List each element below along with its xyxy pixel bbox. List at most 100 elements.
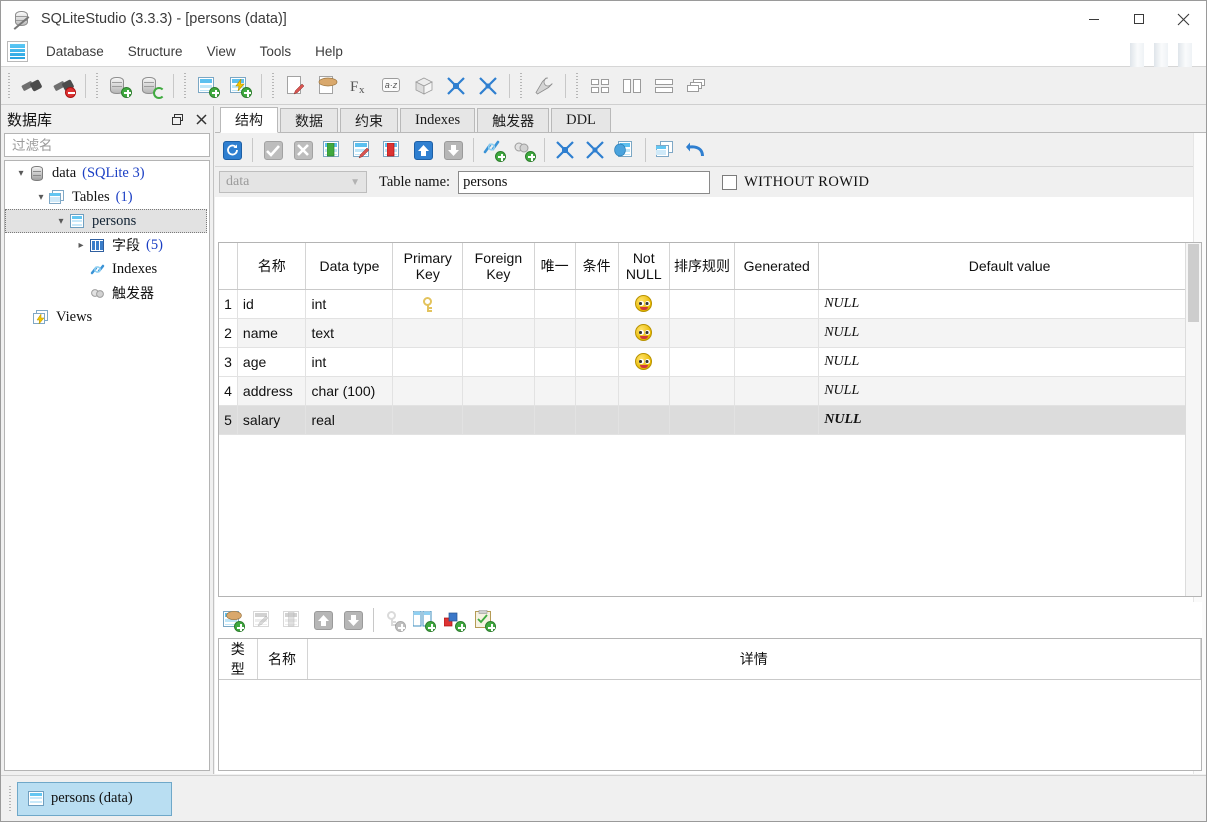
cell-primary-key[interactable] (392, 289, 464, 319)
cell-collate[interactable] (669, 376, 736, 406)
header-constraint-type[interactable]: 类型 (219, 639, 258, 680)
cell-foreign-key[interactable] (462, 347, 535, 377)
menu-structure[interactable]: Structure (116, 41, 195, 62)
add-check-constraint-button[interactable] (469, 606, 499, 634)
without-rowid-checkbox[interactable]: WITHOUT ROWID (722, 174, 869, 191)
cell-unique[interactable] (534, 347, 576, 377)
toolbar-grip[interactable] (270, 72, 277, 99)
cell-primary-key[interactable] (392, 347, 464, 377)
cell-default-value[interactable]: NULL (818, 347, 1201, 377)
tree-node-views[interactable]: Views (5, 305, 209, 329)
toolbar-grip[interactable] (518, 72, 525, 99)
move-column-up-button[interactable] (408, 136, 438, 164)
cell-primary-key[interactable] (392, 318, 464, 348)
table-row[interactable]: 1 id int NULL (219, 289, 1201, 319)
disconnect-database-button[interactable] (48, 71, 80, 101)
table-row[interactable]: 3 age int NULL (219, 347, 1201, 377)
cell-name[interactable]: salary (237, 405, 307, 435)
cell-datatype[interactable]: char (100) (305, 376, 394, 406)
header-datatype[interactable]: Data type (305, 243, 394, 290)
close-panel-icon[interactable] (189, 109, 213, 131)
collapse-all-columns-button[interactable] (550, 136, 580, 164)
filter-input-wrapper[interactable] (4, 133, 210, 157)
header-constraint-details[interactable]: 详情 (307, 639, 1201, 680)
cell-not-null[interactable] (618, 289, 670, 319)
cell-default-value[interactable]: NULL (818, 405, 1201, 435)
create-trigger-button[interactable] (509, 136, 539, 164)
cell-foreign-key[interactable] (462, 318, 535, 348)
add-constraint-button[interactable] (218, 606, 248, 634)
cell-default-value[interactable]: NULL (818, 289, 1201, 319)
add-database-button[interactable] (104, 71, 136, 101)
cell-datatype[interactable]: real (305, 405, 394, 435)
cell-not-null[interactable] (618, 376, 670, 406)
cell-collate[interactable] (669, 405, 736, 435)
tile-windows-horizontal-button[interactable] (648, 71, 680, 101)
edit-constraint-button[interactable] (248, 606, 278, 634)
cell-check[interactable] (575, 376, 619, 406)
table-row[interactable]: 5 salary real NULL (219, 405, 1201, 435)
table-row[interactable]: 2 name text NULL (219, 318, 1201, 348)
menu-view[interactable]: View (195, 41, 248, 62)
delete-column-button[interactable] (378, 136, 408, 164)
function-editor-button[interactable]: Fx (344, 71, 376, 101)
configuration-button[interactable] (528, 71, 560, 101)
toolbar-grip[interactable] (94, 72, 101, 99)
header-constraint-name[interactable]: 名称 (257, 639, 308, 680)
cell-datatype[interactable]: text (305, 318, 394, 348)
menu-help[interactable]: Help (303, 41, 355, 62)
chevron-right-icon[interactable]: ▸ (73, 240, 89, 251)
menu-database[interactable]: Database (34, 41, 116, 62)
tab-indexes[interactable]: Indexes (400, 108, 476, 132)
filter-input[interactable] (10, 136, 204, 154)
add-primary-key-button[interactable] (379, 606, 409, 634)
tile-windows-grid-button[interactable] (584, 71, 616, 101)
cell-primary-key[interactable] (392, 376, 464, 406)
menu-tools[interactable]: Tools (248, 41, 304, 62)
header-not-null[interactable]: Not NULL (618, 243, 670, 290)
cell-primary-key[interactable] (392, 405, 464, 435)
tab-data[interactable]: 数据 (280, 108, 338, 132)
create-table-button[interactable] (192, 71, 224, 101)
chevron-down-icon[interactable]: ▾ (13, 168, 29, 179)
move-constraint-down-button[interactable] (338, 606, 368, 634)
table-row[interactable]: 4 address char (100) NULL (219, 376, 1201, 406)
edit-column-button[interactable] (348, 136, 378, 164)
cell-generated[interactable] (734, 347, 820, 377)
expand-all-button[interactable] (472, 71, 504, 101)
tree-node-triggers[interactable]: 触发器 (5, 281, 209, 305)
add-foreign-key-button[interactable] (409, 606, 439, 634)
cell-unique[interactable] (534, 376, 576, 406)
header-rownum[interactable] (219, 243, 238, 290)
header-primary-key[interactable]: Primary Key (392, 243, 464, 290)
cascade-windows-button[interactable] (680, 71, 712, 101)
cell-collate[interactable] (669, 318, 736, 348)
columns-grid[interactable]: 名称 Data type Primary Key Foreign Key 唯一 … (218, 242, 1202, 597)
populate-table-button[interactable] (651, 136, 681, 164)
tile-windows-vertical-button[interactable] (616, 71, 648, 101)
cell-collate[interactable] (669, 289, 736, 319)
tree-node-indexes[interactable]: Indexes (5, 257, 209, 281)
taskbar-grip[interactable] (7, 785, 14, 812)
cell-foreign-key[interactable] (462, 289, 535, 319)
import-button[interactable] (312, 71, 344, 101)
tab-structure[interactable]: 结构 (220, 107, 278, 133)
columns-grid-scrollbar[interactable] (1185, 243, 1201, 596)
cell-unique[interactable] (534, 405, 576, 435)
checkbox-box[interactable] (722, 174, 738, 190)
cell-name[interactable]: address (237, 376, 307, 406)
tree-node-database[interactable]: ▾ data (SQLite 3) (5, 161, 209, 185)
cell-generated[interactable] (734, 289, 820, 319)
cell-check[interactable] (575, 318, 619, 348)
collation-editor-button[interactable]: a·z (376, 71, 408, 101)
extensions-button[interactable] (408, 71, 440, 101)
header-collate[interactable]: 排序规则 (669, 243, 736, 290)
move-constraint-up-button[interactable] (308, 606, 338, 634)
collapse-all-button[interactable] (440, 71, 472, 101)
header-default-value[interactable]: Default value (818, 243, 1201, 290)
rollback-structure-button[interactable] (288, 136, 318, 164)
toolbar-grip[interactable] (574, 72, 581, 99)
cell-check[interactable] (575, 289, 619, 319)
add-column-button[interactable] (318, 136, 348, 164)
cell-not-null[interactable] (618, 318, 670, 348)
